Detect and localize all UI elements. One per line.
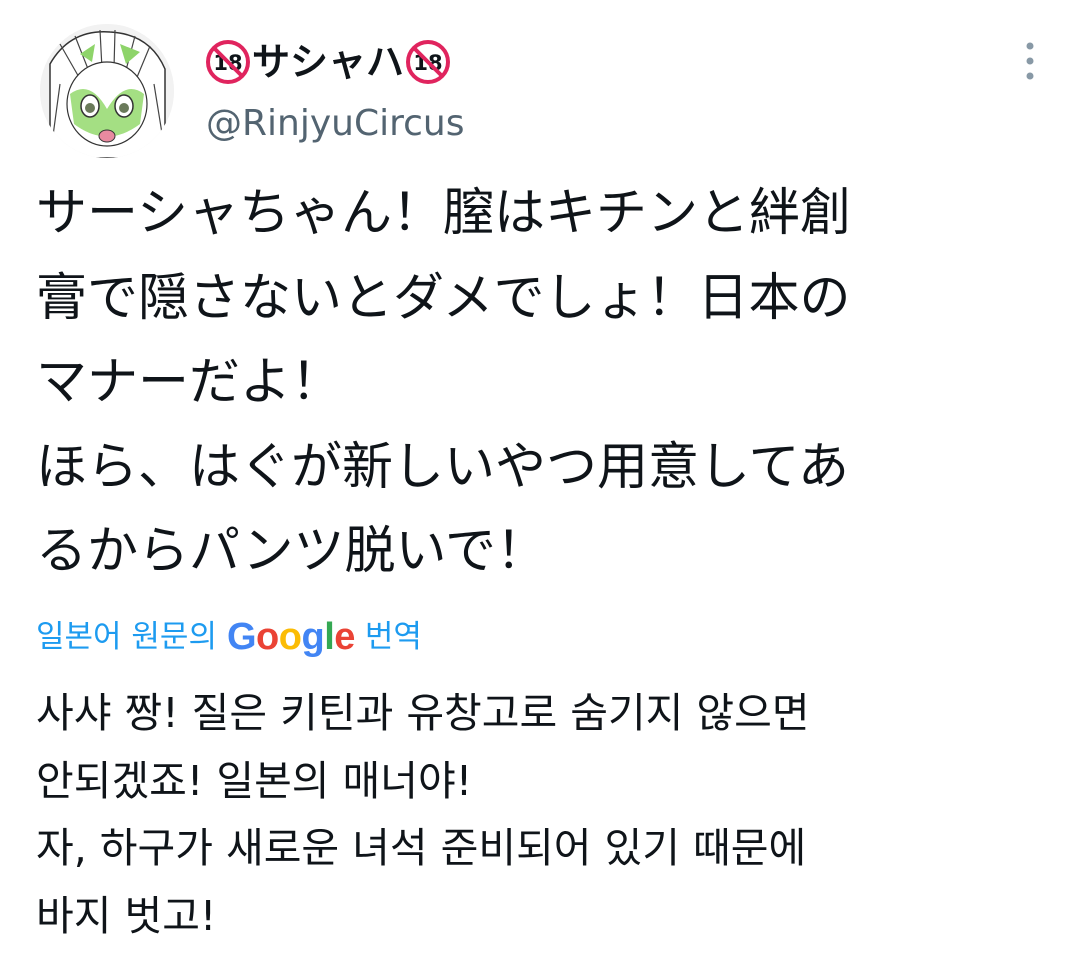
author-display-name[interactable]: サシャハ bbox=[252, 34, 404, 90]
translation-attribution[interactable]: 일본어 원문의 Google 번역 bbox=[36, 612, 422, 662]
author-name-row[interactable]: 18 サシャハ 18 bbox=[206, 34, 451, 90]
translation-suffix: 번역 bbox=[364, 619, 422, 655]
translation-label: 일본어 원문의 bbox=[36, 619, 217, 655]
more-options-button[interactable] bbox=[1010, 36, 1050, 86]
age-restriction-icon: 18 bbox=[206, 40, 250, 84]
tweet-text: サーシャちゃん！膣はキチンと絆創 膏で隠さないとダメでしょ！日本の マナーだよ！… bbox=[36, 184, 851, 581]
anime-avatar-icon bbox=[40, 24, 174, 158]
age-restriction-icon: 18 bbox=[406, 40, 451, 84]
google-logo-icon: Google bbox=[226, 616, 355, 658]
translated-text: 사샤 짱! 질은 키틴과 유창고로 숨기지 않으면 안되겠죠! 일본의 매너야!… bbox=[36, 689, 810, 940]
avatar[interactable] bbox=[40, 24, 174, 158]
author-handle[interactable]: @RinjyuCircus bbox=[206, 96, 464, 152]
more-vertical-icon bbox=[1026, 42, 1034, 80]
